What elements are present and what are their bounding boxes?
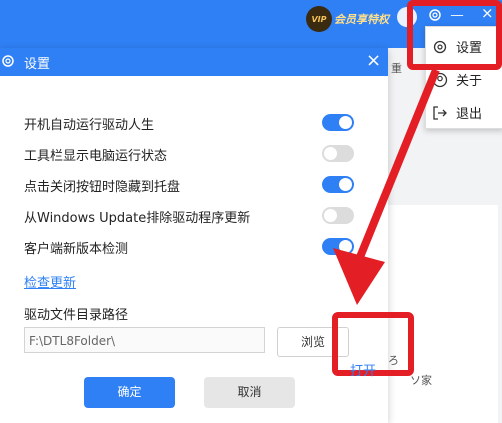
annotation-arrow [333, 68, 440, 305]
